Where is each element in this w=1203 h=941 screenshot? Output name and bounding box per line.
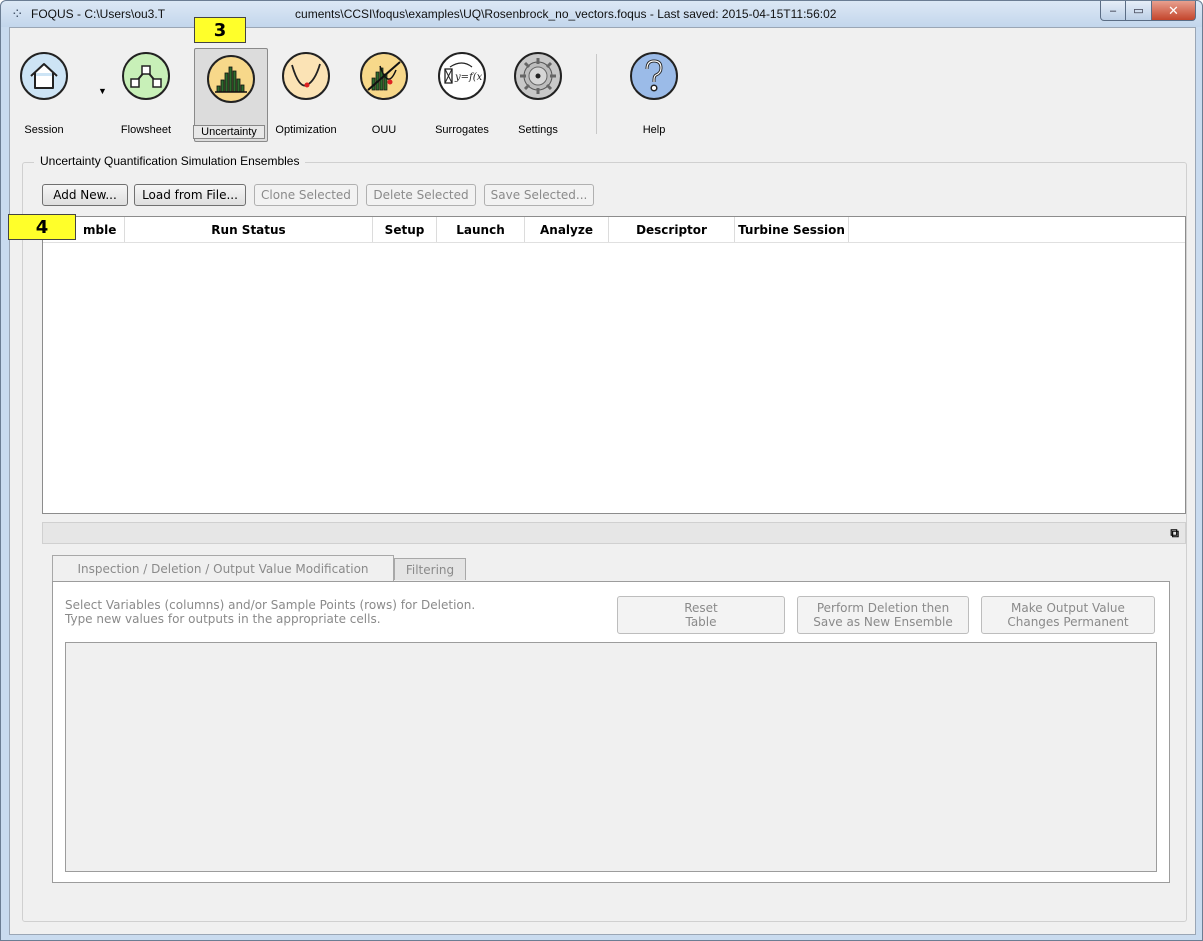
- app-window: ⁘ FOQUS - C:\Users\ou3.T cuments\CCSI\foq…: [0, 0, 1203, 941]
- ensembles-table[interactable]: mble Run Status Setup Launch Analyze Des…: [42, 216, 1186, 514]
- window-controls: – ▭ ✕: [1100, 1, 1196, 21]
- make-changes-permanent-button[interactable]: Make Output Value Changes Permanent: [981, 596, 1155, 634]
- optimization-curve-icon: [282, 52, 330, 100]
- deletion-instructions: Select Variables (columns) and/or Sample…: [65, 598, 475, 626]
- make-changes-label-2: Changes Permanent: [1007, 615, 1129, 629]
- close-button[interactable]: ✕: [1152, 1, 1196, 21]
- column-header-analyze[interactable]: Analyze: [525, 217, 609, 242]
- add-new-button[interactable]: Add New...: [42, 184, 128, 206]
- window-title: FOQUS - C:\Users\ou3.T cuments\CCSI\foqus…: [31, 7, 836, 21]
- session-dropdown-arrow-icon[interactable]: ▼: [98, 86, 107, 96]
- foqus-app-icon: ⁘: [11, 6, 24, 23]
- toolbar-optimization[interactable]: Optimization: [275, 46, 337, 142]
- perform-deletion-label-2: Save as New Ensemble: [813, 615, 953, 629]
- close-icon: ✕: [1168, 2, 1179, 18]
- instructions-line-1: Select Variables (columns) and/or Sample…: [65, 598, 476, 612]
- toolbar-separator: [596, 54, 597, 134]
- toolbar-session[interactable]: Session: [14, 46, 74, 142]
- ensembles-group-title: Uncertainty Quantification Simulation En…: [34, 154, 306, 168]
- float-window-icon[interactable]: ⧉: [1170, 526, 1179, 541]
- tab-inspection-deletion[interactable]: Inspection / Deletion / Output Value Mod…: [52, 555, 394, 581]
- reset-table-label-1: Reset: [684, 601, 718, 615]
- save-selected-button[interactable]: Save Selected...: [484, 184, 594, 206]
- reset-table-label-2: Table: [685, 615, 717, 629]
- title-bar[interactable]: ⁘ FOQUS - C:\Users\ou3.T cuments\CCSI\foq…: [1, 1, 1202, 27]
- toolbar-uncertainty[interactable]: Uncertainty: [193, 48, 268, 142]
- gear-icon: [514, 52, 562, 100]
- help-icon: [630, 52, 678, 100]
- reset-table-button[interactable]: Reset Table: [617, 596, 785, 634]
- callout-4: 4: [8, 214, 76, 240]
- toolbar-label: Flowsheet: [120, 124, 172, 136]
- main-client-area: Session ▼ Flowsheet Uncertainty Optimiza…: [9, 27, 1196, 935]
- toolbar-surrogates[interactable]: y=f(x) Surrogates: [432, 46, 492, 142]
- make-changes-label-1: Make Output Value: [1011, 601, 1125, 615]
- minimize-button[interactable]: –: [1100, 1, 1126, 21]
- tab-filtering[interactable]: Filtering: [394, 558, 466, 580]
- dock-splitter[interactable]: ⧉: [42, 522, 1186, 544]
- perform-deletion-label-1: Perform Deletion then: [816, 601, 950, 615]
- ensembles-table-header: mble Run Status Setup Launch Analyze Des…: [43, 217, 1185, 243]
- delete-selected-button[interactable]: Delete Selected: [366, 184, 476, 206]
- toolbar-label: Settings: [518, 124, 558, 136]
- instructions-line-2: Type new values for outputs in the appro…: [65, 612, 381, 626]
- inspection-tab-pane: Select Variables (columns) and/or Sample…: [52, 581, 1170, 883]
- flowsheet-icon: [122, 52, 170, 100]
- toolbar-label: Help: [642, 124, 666, 136]
- column-header-run-status[interactable]: Run Status: [125, 217, 373, 242]
- toolbar-label: Uncertainty: [193, 125, 265, 139]
- toolbar-label: Optimization: [275, 124, 337, 136]
- surrogate-function-icon: y=f(x): [438, 52, 486, 100]
- sample-data-table[interactable]: [65, 642, 1157, 872]
- column-header-setup[interactable]: Setup: [373, 217, 437, 242]
- toolbar-label: OUU: [371, 124, 397, 136]
- main-toolbar: Session ▼ Flowsheet Uncertainty Optimiza…: [10, 28, 1195, 144]
- maximize-icon: ▭: [1133, 5, 1144, 17]
- toolbar-label: Surrogates: [435, 124, 489, 136]
- load-from-file-button[interactable]: Load from File...: [134, 184, 246, 206]
- clone-selected-button[interactable]: Clone Selected: [254, 184, 358, 206]
- histogram-icon: [207, 55, 255, 103]
- maximize-button[interactable]: ▭: [1126, 1, 1152, 21]
- perform-deletion-button[interactable]: Perform Deletion then Save as New Ensemb…: [797, 596, 969, 634]
- minimize-icon: –: [1109, 4, 1117, 17]
- home-icon: [20, 52, 68, 100]
- callout-3: 3: [194, 17, 246, 43]
- svg-text:y=f(x): y=f(x): [454, 72, 482, 83]
- window-title-left: FOQUS - C:\Users\ou3.T: [31, 7, 166, 21]
- column-header-turbine-session[interactable]: Turbine Session: [735, 217, 849, 242]
- ouu-icon: [360, 52, 408, 100]
- window-title-right: cuments\CCSI\foqus\examples\UQ\Rosenbroc…: [295, 7, 837, 21]
- column-header-descriptor[interactable]: Descriptor: [609, 217, 735, 242]
- toolbar-label: Session: [24, 124, 64, 136]
- toolbar-settings[interactable]: Settings: [508, 46, 568, 142]
- column-header-launch[interactable]: Launch: [437, 217, 525, 242]
- toolbar-help[interactable]: Help: [624, 46, 684, 142]
- toolbar-flowsheet[interactable]: Flowsheet: [116, 46, 176, 142]
- toolbar-ouu[interactable]: OUU: [354, 46, 414, 142]
